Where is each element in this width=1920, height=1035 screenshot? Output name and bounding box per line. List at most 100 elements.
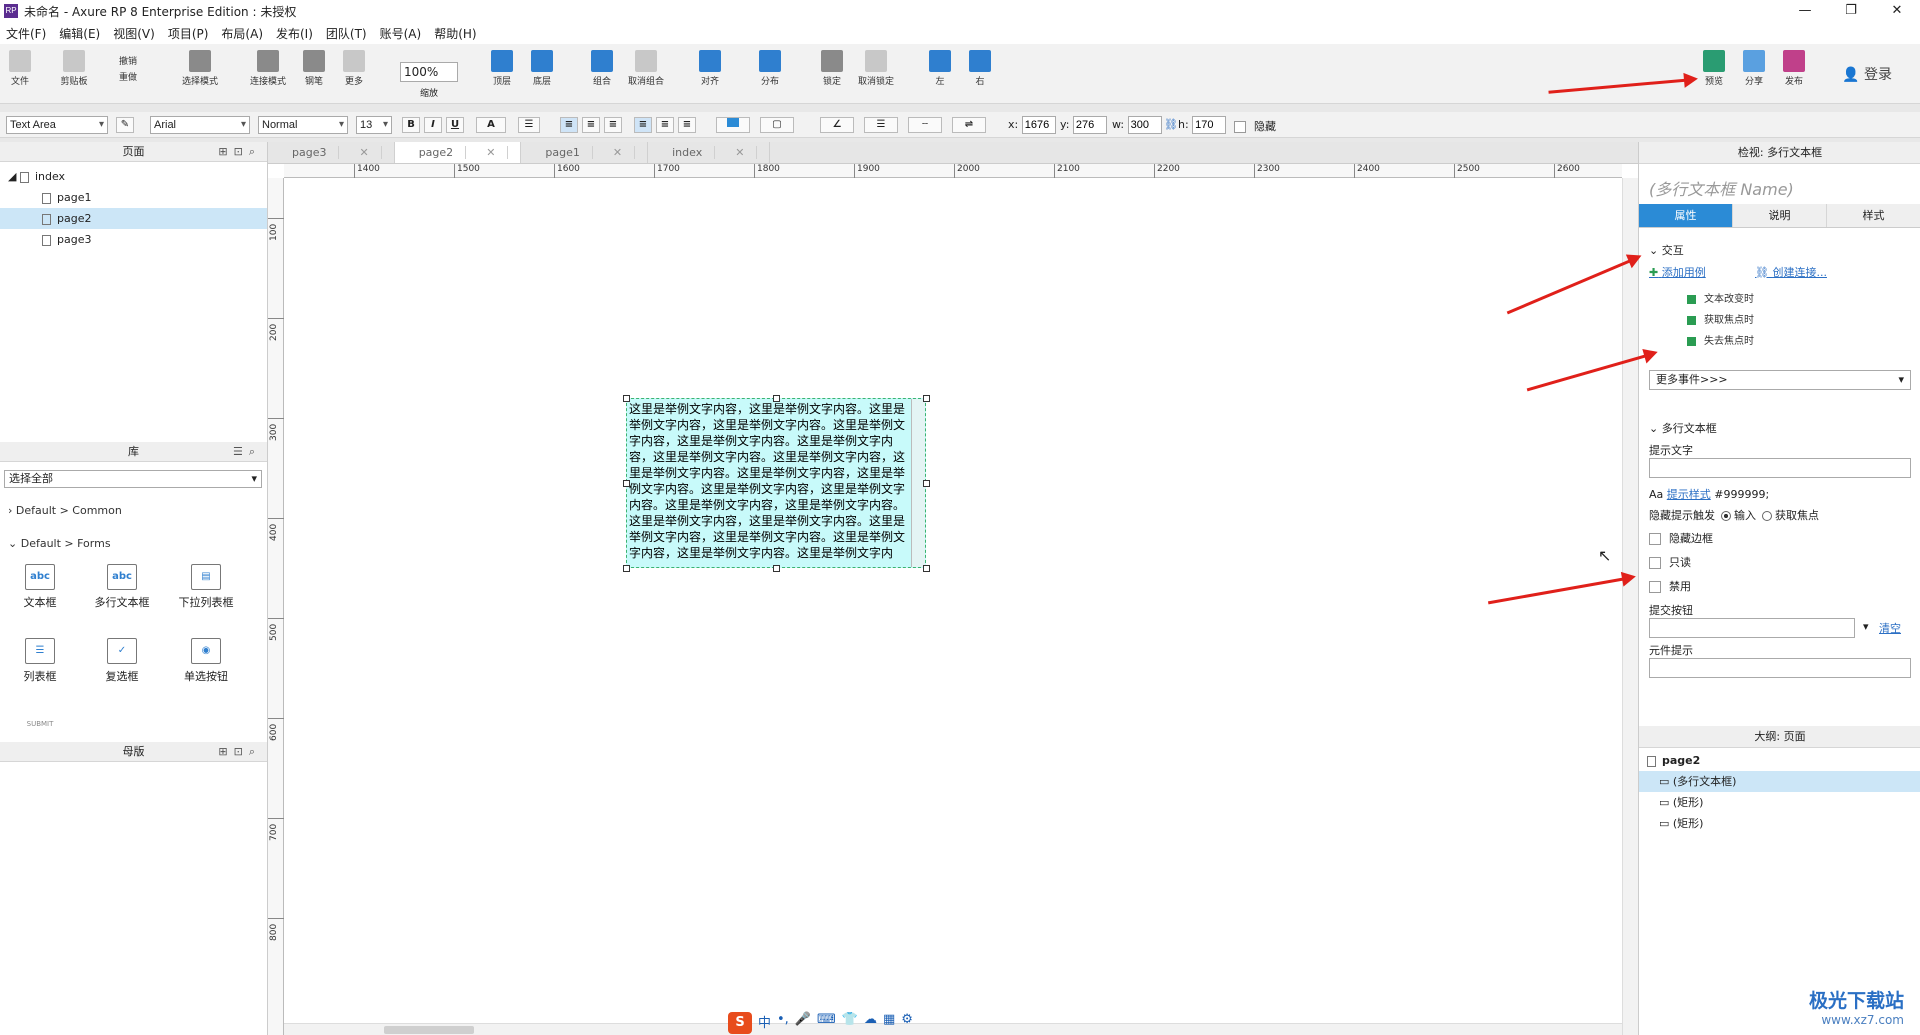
connect-mode-button[interactable]: 连接模式 [248,50,288,87]
event-on-focus[interactable]: 获取焦点时 [1687,311,1754,326]
menu-team[interactable]: 团队(T) [326,25,367,42]
page-tree-item-page2[interactable]: page2 [0,208,267,229]
align-right-button[interactable]: ≡ [604,117,622,133]
fill-color-button[interactable] [716,117,750,133]
dropdown-arrow-icon[interactable]: ▾ [1863,620,1869,633]
bring-to-top-button[interactable]: 顶层 [482,50,522,87]
italic-button[interactable]: I [424,117,442,133]
settings-gear-icon[interactable]: ⚙ [901,1012,913,1034]
style-edit-button[interactable]: ✎ [116,117,134,133]
bold-button[interactable]: B [402,117,420,133]
widget-checkbox[interactable]: ✓ 复选框 [82,638,162,684]
canvas-vertical-scrollbar[interactable] [1622,178,1638,1035]
toolbox-icon[interactable]: ▦ [883,1012,895,1034]
resize-handle[interactable] [773,565,780,572]
scroll-thumb[interactable] [384,1026,474,1034]
menu-publish[interactable]: 发布(I) [276,25,313,42]
font-color-button[interactable]: A [476,117,506,133]
outline-item-rect-2[interactable]: ▭ (矩形) [1639,813,1920,834]
bullet-list-button[interactable]: ☰ [518,117,540,133]
shadow-button[interactable]: ▢ [760,117,794,133]
y-input[interactable] [1072,116,1107,134]
menu-account[interactable]: 账号(A) [380,25,422,42]
event-on-text-change[interactable]: 文本改变时 [1687,290,1754,305]
tab-page1[interactable]: page1 ✕ [521,142,649,163]
undo-button[interactable]: 撤销 [108,54,148,67]
h-input[interactable] [1192,116,1227,134]
outline-item-rect-1[interactable]: ▭ (矩形) [1639,792,1920,813]
tab-properties[interactable]: 属性 [1639,204,1733,227]
tab-notes[interactable]: 说明 [1733,204,1827,227]
trigger-input-radio[interactable] [1721,511,1731,521]
font-family-select[interactable]: Arial [150,116,250,134]
close-button[interactable]: ✕ [1874,0,1920,22]
resize-handle[interactable] [623,395,630,402]
w-input[interactable] [1127,116,1162,134]
resize-handle[interactable] [773,395,780,402]
canvas-horizontal-scrollbar[interactable] [284,1023,1622,1035]
masters-panel-tools[interactable]: ⊞⊡⌕ [218,742,261,762]
font-size-select[interactable]: 13 [356,116,392,134]
underline-button[interactable]: U [446,117,464,133]
library-panel-tools[interactable]: ☰⌕ [233,442,261,462]
resize-handle[interactable] [623,565,630,572]
canvas-textarea-widget[interactable]: 这里是举例文字内容，这里是举例文字内容。这里是举例文字内容，这里是举例文字内容。… [626,398,926,568]
close-icon[interactable]: ✕ [723,146,758,159]
share-button[interactable]: 分享 [1734,50,1774,87]
readonly-checkbox[interactable]: 只读 [1649,554,1691,570]
tooltip-input[interactable] [1649,658,1911,678]
send-to-bottom-button[interactable]: 底层 [522,50,562,87]
minimize-button[interactable]: — [1782,0,1828,22]
widget-submit[interactable]: SUBMIT [0,720,80,728]
select-mode-button[interactable]: 选择模式 [180,50,220,87]
widget-droplist[interactable]: ▤ 下拉列表框 [166,564,246,610]
resize-handle[interactable] [923,480,930,487]
line-style-button[interactable]: ┄ [908,117,942,133]
page-tree-item-page3[interactable]: page3 [0,229,267,250]
group-button[interactable]: 组合 [582,50,622,87]
pen-button[interactable]: 钢笔 [294,50,334,87]
menu-layout[interactable]: 布局(A) [221,25,263,42]
maximize-button[interactable]: ❐ [1828,0,1874,22]
more-button[interactable]: 更多 [334,50,374,87]
event-on-lost-focus[interactable]: 失去焦点时 [1687,332,1754,347]
x-input[interactable] [1021,116,1056,134]
outline-item-textarea[interactable]: ▭ (多行文本框) [1639,771,1920,792]
resize-handle[interactable] [923,565,930,572]
redo-button[interactable]: 重做 [108,70,148,83]
preview-button[interactable]: 预览 [1694,50,1734,87]
punctuation-icon[interactable]: •, [777,1012,789,1034]
hint-text-input[interactable] [1649,458,1911,478]
close-icon[interactable]: ✕ [347,146,382,159]
font-weight-select[interactable]: Normal [258,116,348,134]
lock-ratio-icon[interactable]: ⛓ [1164,118,1178,131]
widget-listbox[interactable]: ☰ 列表框 [0,638,80,684]
resize-handle[interactable] [923,395,930,402]
align-middle-button[interactable]: ≡ [656,117,674,133]
hint-style-link[interactable]: 提示样式 [1667,488,1711,501]
align-bottom-button[interactable]: ≡ [678,117,696,133]
tab-page2[interactable]: page2 ✕ [394,142,522,163]
tab-page3[interactable]: page3 ✕ [268,142,395,163]
zoom-select[interactable]: 100% [400,62,458,82]
hide-border-checkbox[interactable]: 隐藏边框 [1649,530,1713,546]
menu-edit[interactable]: 编辑(E) [59,25,100,42]
tab-style[interactable]: 样式 [1827,204,1920,227]
widget-name-input[interactable]: (多行文本框 Name) [1649,176,1794,200]
widget-radio[interactable]: ◉ 单选按钮 [166,638,246,684]
line-width-button[interactable]: ☰ [864,117,898,133]
create-link-link[interactable]: ⛓ 创建连接... [1755,264,1827,280]
microphone-icon[interactable]: 🎤 [795,1012,811,1034]
menu-project[interactable]: 项目(P) [168,25,209,42]
menu-file[interactable]: 文件(F) [6,25,46,42]
publish-button[interactable]: 发布 [1774,50,1814,87]
widget-textbox[interactable]: abc 文本框 [0,564,80,610]
line-color-button[interactable]: ∠ [820,117,854,133]
tab-index[interactable]: index ✕ [648,142,771,163]
more-events-select[interactable]: 更多事件>>> [1649,370,1911,390]
page-tree-item-index[interactable]: ◢ index [0,166,267,187]
disabled-checkbox[interactable]: 禁用 [1649,578,1691,594]
sogou-logo-icon[interactable]: S [728,1012,752,1034]
collapse-icon[interactable]: ◢ [8,170,20,183]
chinese-mode-icon[interactable]: 中 [758,1012,771,1034]
